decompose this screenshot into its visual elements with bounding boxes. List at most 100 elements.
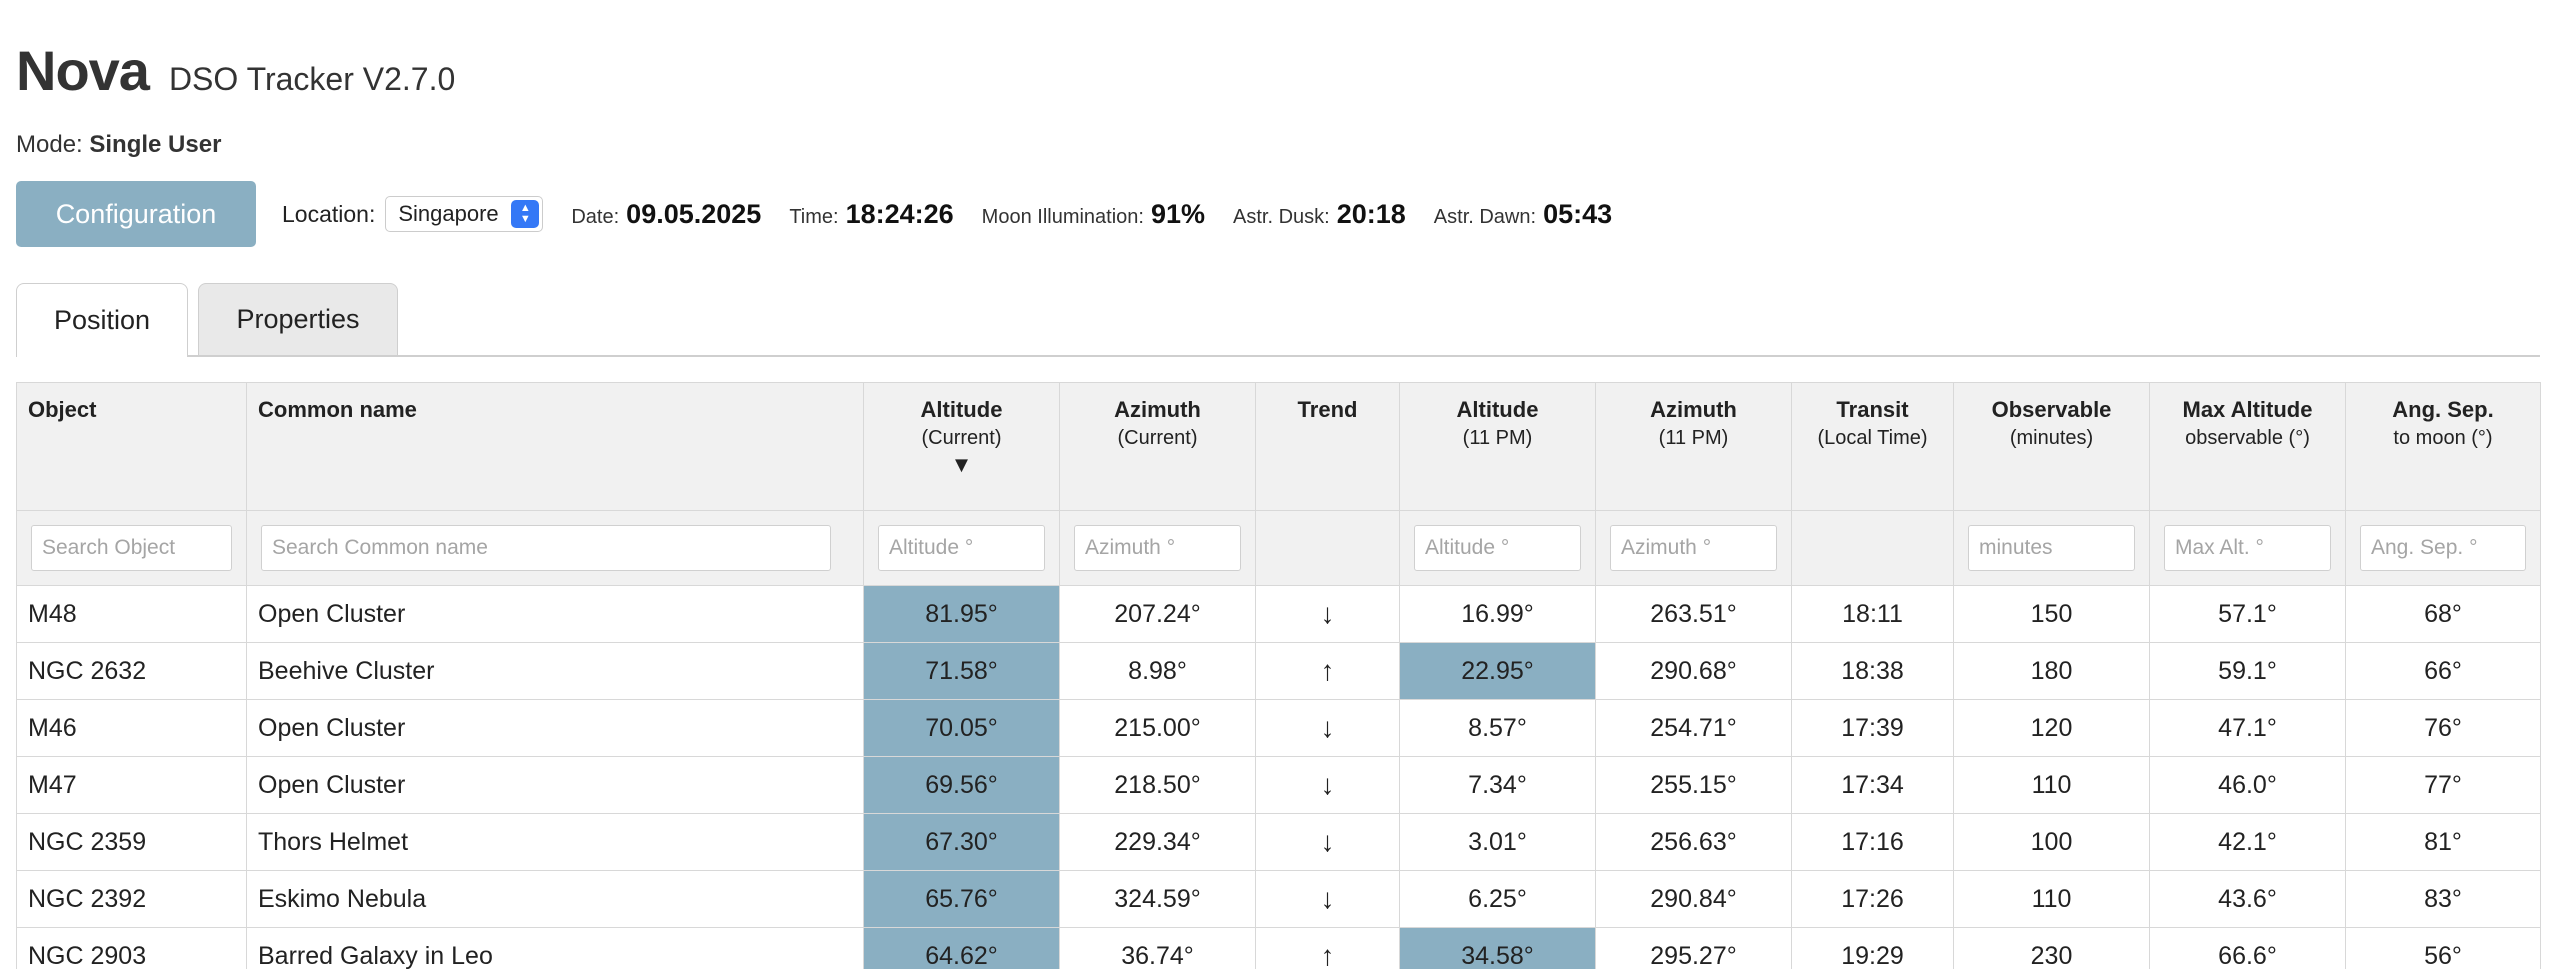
trend-arrow-icon: ↑	[1255, 927, 1400, 969]
object-cell: NGC 2392	[16, 870, 247, 928]
configuration-button[interactable]: Configuration	[16, 181, 256, 247]
azimuth-11pm-cell: 256.63°	[1595, 813, 1792, 871]
observable-cell: 110	[1953, 870, 2150, 928]
mode-indicator: Mode: Single User	[16, 131, 221, 159]
transit-cell: 18:11	[1791, 585, 1954, 643]
dusk-label: Astr. Dusk:	[1233, 205, 1330, 228]
header-object[interactable]: Object	[16, 382, 247, 511]
tab-position[interactable]: Position	[16, 283, 188, 357]
table-row[interactable]: M46 Open Cluster 70.05° 215.00° ↓ 8.57° 254.71…	[16, 699, 2541, 757]
header-max-altitude[interactable]: Max Altitude observable (°)	[2149, 382, 2346, 511]
table-row[interactable]: NGC 2632 Beehive Cluster 71.58° 8.98° ↑ 22.95…	[16, 642, 2541, 700]
altitude-11pm-cell: 22.95°	[1399, 642, 1596, 700]
header-ang-sep[interactable]: Ang. Sep. to moon (°)	[2345, 382, 2541, 511]
objects-table-container: Object Common name Altitude (Current) ▼ …	[16, 382, 2541, 969]
max-altitude-cell: 42.1°	[2149, 813, 2346, 871]
header-altitude-11pm[interactable]: Altitude (11 PM)	[1399, 382, 1596, 511]
observable-cell: 180	[1953, 642, 2150, 700]
header-transit[interactable]: Transit (Local Time)	[1791, 382, 1954, 511]
filter-cell-trend	[1255, 510, 1400, 586]
azimuth-current-cell: 218.50°	[1059, 756, 1256, 814]
header-max-altitude-sub: observable (°)	[2185, 427, 2310, 449]
filter-azimuth-11pm-input[interactable]	[1610, 525, 1777, 571]
table-row[interactable]: NGC 2392 Eskimo Nebula 65.76° 324.59° ↓ 6.25°…	[16, 870, 2541, 928]
sort-desc-icon: ▼	[950, 452, 973, 477]
app-version: DSO Tracker V2.7.0	[168, 61, 456, 97]
select-arrows-icon: ▲ ▼	[511, 200, 540, 228]
ang-sep-cell: 68°	[2345, 585, 2541, 643]
trend-arrow-icon: ↓	[1255, 699, 1400, 757]
filter-cell-observable	[1953, 510, 2150, 586]
ang-sep-cell: 77°	[2345, 756, 2541, 814]
common-name-cell: Open Cluster	[246, 699, 864, 757]
moon-value: 91%	[1150, 198, 1206, 229]
transit-cell: 18:38	[1791, 642, 1954, 700]
filter-cell-alt	[863, 510, 1060, 586]
view-tabs: Position Properties	[16, 283, 2540, 357]
header-ang-sep-sub: to moon (°)	[2393, 427, 2493, 449]
table-row[interactable]: M47 Open Cluster 69.56° 218.50° ↓ 7.34° 255.15…	[16, 756, 2541, 814]
object-cell: M46	[16, 699, 247, 757]
ang-sep-cell: 66°	[2345, 642, 2541, 700]
filter-azimuth-current-input[interactable]	[1074, 525, 1241, 571]
table-row[interactable]: M48 Open Cluster 81.95° 207.24° ↓ 16.99° 263.5…	[16, 585, 2541, 643]
transit-cell: 17:34	[1791, 756, 1954, 814]
common-name-cell: Thors Helmet	[246, 813, 864, 871]
header-azimuth-11pm[interactable]: Azimuth (11 PM)	[1595, 382, 1792, 511]
object-cell: NGC 2632	[16, 642, 247, 700]
search-common-name-input[interactable]	[261, 525, 831, 571]
common-name-cell: Beehive Cluster	[246, 642, 864, 700]
altitude-11pm-cell: 16.99°	[1399, 585, 1596, 643]
header-azimuth-11pm-sub: (11 PM)	[1658, 427, 1729, 449]
header-object-title: Object	[28, 397, 97, 422]
object-cell: NGC 2903	[16, 927, 247, 969]
filter-cell-alt11	[1399, 510, 1596, 586]
header-observable-sub: (minutes)	[2009, 427, 2094, 449]
object-cell: M48	[16, 585, 247, 643]
altitude-11pm-cell: 6.25°	[1399, 870, 1596, 928]
objects-table: Object Common name Altitude (Current) ▼ …	[16, 382, 2541, 969]
table-row[interactable]: NGC 2359 Thors Helmet 67.30° 229.34° ↓ 3.01° 2…	[16, 813, 2541, 871]
time-stat: Time: 18:24:26	[789, 199, 953, 230]
altitude-current-cell: 81.95°	[863, 585, 1060, 643]
dawn-value: 05:43	[1543, 198, 1613, 229]
header-trend[interactable]: Trend	[1255, 382, 1400, 511]
transit-cell: 17:26	[1791, 870, 1954, 928]
trend-arrow-icon: ↑	[1255, 642, 1400, 700]
header-azimuth-current[interactable]: Azimuth (Current)	[1059, 382, 1256, 511]
filter-observable-input[interactable]	[1968, 525, 2135, 571]
altitude-11pm-cell: 34.58°	[1399, 927, 1596, 969]
trend-arrow-icon: ↓	[1255, 813, 1400, 871]
header-altitude-current-sub: (Current)	[921, 427, 1002, 449]
location-select[interactable]: Singapore ▲ ▼	[385, 196, 544, 232]
altitude-current-cell: 65.76°	[863, 870, 1060, 928]
header-altitude-current[interactable]: Altitude (Current) ▼	[863, 382, 1060, 511]
max-altitude-cell: 66.6°	[2149, 927, 2346, 969]
filter-altitude-11pm-input[interactable]	[1414, 525, 1581, 571]
azimuth-current-cell: 215.00°	[1059, 699, 1256, 757]
azimuth-current-cell: 207.24°	[1059, 585, 1256, 643]
transit-cell: 19:29	[1791, 927, 1954, 969]
filter-cell-az11	[1595, 510, 1792, 586]
filter-altitude-current-input[interactable]	[878, 525, 1045, 571]
header-observable[interactable]: Observable (minutes)	[1953, 382, 2150, 511]
trend-arrow-icon: ↓	[1255, 585, 1400, 643]
azimuth-current-cell: 36.74°	[1059, 927, 1256, 969]
observable-cell: 100	[1953, 813, 2150, 871]
table-row[interactable]: NGC 2903 Barred Galaxy in Leo 64.62° 36.74°…	[16, 927, 2541, 969]
app-page: Nova DSO Tracker V2.7.0 Mode: Single Use…	[0, 0, 2560, 969]
max-altitude-cell: 59.1°	[2149, 642, 2346, 700]
azimuth-11pm-cell: 290.84°	[1595, 870, 1792, 928]
header-common-name[interactable]: Common name	[246, 382, 864, 511]
header-transit-title: Transit	[1836, 397, 1909, 422]
ang-sep-cell: 56°	[2345, 927, 2541, 969]
azimuth-11pm-cell: 263.51°	[1595, 585, 1792, 643]
tab-properties[interactable]: Properties	[198, 283, 398, 355]
filter-cell-transit	[1791, 510, 1954, 586]
header-azimuth-11pm-title: Azimuth	[1650, 397, 1737, 422]
filter-max-altitude-input[interactable]	[2164, 525, 2331, 571]
observable-cell: 120	[1953, 699, 2150, 757]
date-label: Date:	[571, 205, 620, 228]
filter-ang-sep-input[interactable]	[2360, 525, 2526, 571]
search-object-input[interactable]	[31, 525, 232, 571]
